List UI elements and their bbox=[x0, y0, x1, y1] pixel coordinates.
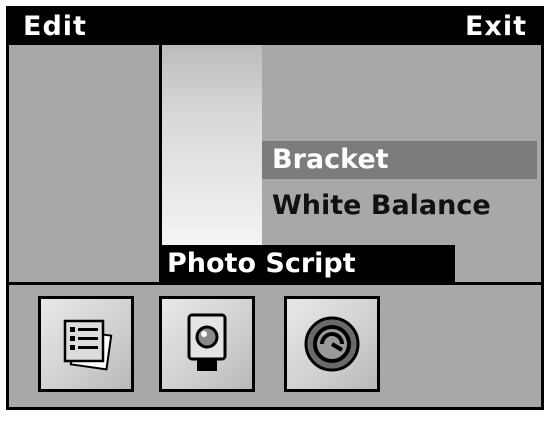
device-screen: Edit Exit Bracket White Balance Photo Sc… bbox=[6, 6, 544, 410]
menu-item-bracket[interactable]: Bracket bbox=[262, 141, 537, 179]
edit-softkey[interactable]: Edit bbox=[17, 11, 93, 43]
gradient-panel bbox=[162, 45, 262, 245]
camera-button[interactable] bbox=[159, 296, 255, 392]
dial-button[interactable] bbox=[284, 296, 380, 392]
top-menu-bar: Edit Exit bbox=[9, 9, 541, 45]
exit-softkey[interactable]: Exit bbox=[459, 11, 533, 43]
camera-icon bbox=[187, 313, 227, 371]
menu-area: Bracket White Balance Photo Script bbox=[9, 45, 541, 282]
menu-item-white-balance[interactable]: White Balance bbox=[262, 187, 537, 225]
bottom-toolbar bbox=[9, 285, 541, 407]
document-list-icon bbox=[63, 319, 113, 371]
menu-title: Photo Script bbox=[159, 245, 455, 282]
document-list-button[interactable] bbox=[38, 296, 134, 392]
circular-dial-icon bbox=[304, 316, 360, 372]
